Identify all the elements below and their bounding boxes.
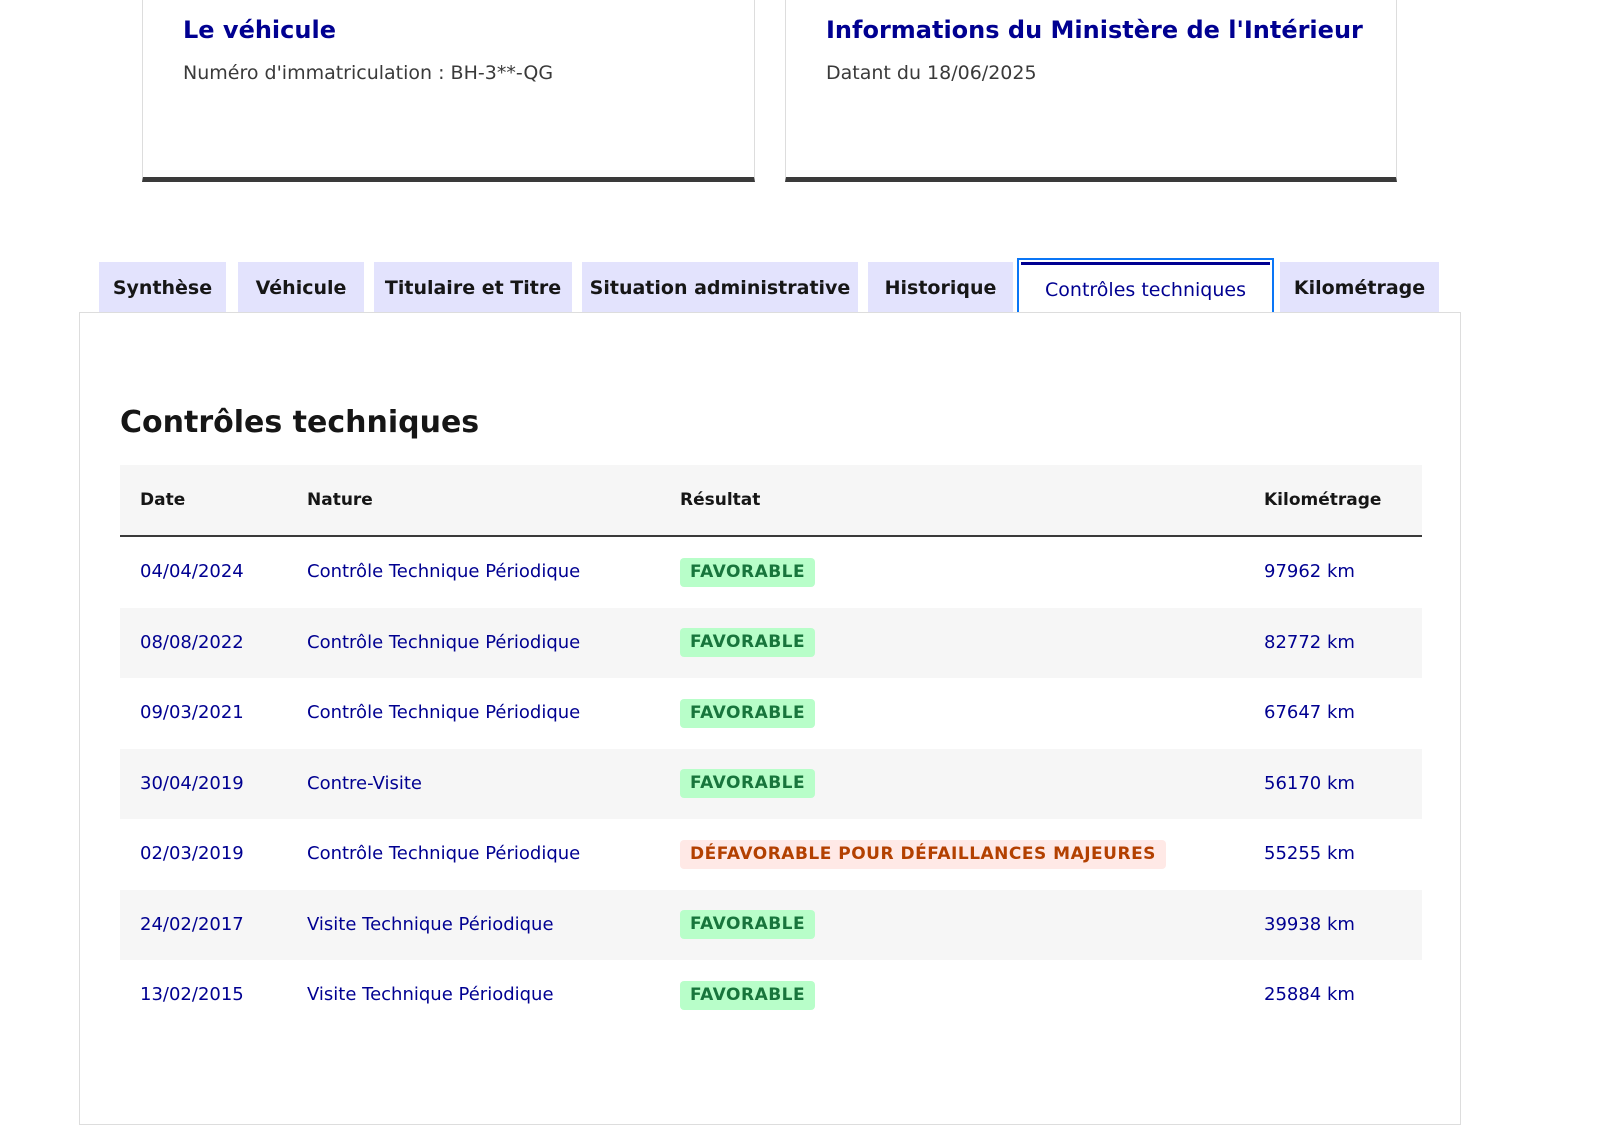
cell-date: 30/04/2019 bbox=[140, 772, 244, 794]
table-row: 04/04/2024 Contrôle Technique Périodique… bbox=[120, 537, 1422, 608]
cell-result: FAVORABLE bbox=[680, 960, 816, 1030]
tab-situation-administrative[interactable]: Situation administrative bbox=[582, 262, 858, 313]
registration-number: Numéro d'immatriculation : BH-3**-QG bbox=[183, 62, 554, 84]
tab-controles-techniques[interactable]: Contrôles techniques bbox=[1017, 258, 1274, 318]
cell-nature: Contrôle Technique Périodique bbox=[307, 561, 581, 582]
cell-result: FAVORABLE bbox=[680, 537, 816, 607]
result-badge: FAVORABLE bbox=[680, 557, 816, 587]
result-badge-unfavorable: DÉFAVORABLE POUR DÉFAILLANCES MAJEURES bbox=[680, 839, 1166, 869]
table-row: 09/03/2021 Contrôle Technique Périodique… bbox=[120, 678, 1422, 749]
table-row: 30/04/2019 Contre-Visite FAVORABLE 56170… bbox=[120, 748, 1422, 819]
cell-mileage: 56170 km bbox=[1264, 772, 1355, 794]
cell-date: 02/03/2019 bbox=[140, 843, 244, 864]
table-row: 08/08/2022 Contrôle Technique Périodique… bbox=[120, 607, 1422, 678]
cell-date: 13/02/2015 bbox=[140, 984, 244, 1005]
cell-mileage: 67647 km bbox=[1264, 702, 1355, 723]
cell-mileage: 39938 km bbox=[1264, 913, 1355, 935]
column-header-date: Date bbox=[140, 490, 186, 510]
cell-result: FAVORABLE bbox=[680, 890, 816, 960]
result-badge: FAVORABLE bbox=[680, 910, 816, 939]
column-header-mileage: Kilométrage bbox=[1264, 490, 1382, 510]
tab-titulaire-et-titre[interactable]: Titulaire et Titre bbox=[374, 262, 572, 313]
tab-vehicule[interactable]: Véhicule bbox=[238, 262, 364, 313]
cell-date: 08/08/2022 bbox=[140, 631, 244, 653]
cell-nature: Contrôle Technique Périodique bbox=[307, 702, 581, 723]
vehicle-card-title: Le véhicule bbox=[183, 16, 336, 44]
technical-inspections-table: Date Nature Résultat Kilométrage 04/04/2… bbox=[120, 465, 1422, 1031]
tab-panel-controles-techniques: Contrôles techniques Date Nature Résulta… bbox=[79, 312, 1461, 1125]
ministry-card-title: Informations du Ministère de l'Intérieur bbox=[826, 16, 1363, 44]
cell-mileage: 25884 km bbox=[1264, 984, 1355, 1005]
cell-nature: Visite Technique Périodique bbox=[307, 984, 554, 1005]
cell-nature: Contre-Visite bbox=[307, 772, 422, 794]
cell-nature: Visite Technique Périodique bbox=[307, 913, 554, 935]
ministry-card: Informations du Ministère de l'Intérieur… bbox=[785, 0, 1397, 182]
table-body: 04/04/2024 Contrôle Technique Périodique… bbox=[120, 537, 1422, 1031]
cell-result: FAVORABLE bbox=[680, 678, 816, 748]
result-badge: FAVORABLE bbox=[680, 980, 816, 1010]
table-row: 02/03/2019 Contrôle Technique Périodique… bbox=[120, 819, 1422, 890]
table-header: Date Nature Résultat Kilométrage bbox=[120, 465, 1422, 537]
cell-result: FAVORABLE bbox=[680, 749, 816, 819]
cell-result: DÉFAVORABLE POUR DÉFAILLANCES MAJEURES bbox=[680, 819, 1166, 889]
result-badge: FAVORABLE bbox=[680, 769, 816, 798]
cell-mileage: 55255 km bbox=[1264, 843, 1355, 864]
cell-date: 24/02/2017 bbox=[140, 913, 244, 935]
cell-mileage: 97962 km bbox=[1264, 561, 1355, 582]
result-badge: FAVORABLE bbox=[680, 628, 816, 657]
cell-nature: Contrôle Technique Périodique bbox=[307, 843, 581, 864]
cell-date: 09/03/2021 bbox=[140, 702, 244, 723]
vehicle-card: Le véhicule Numéro d'immatriculation : B… bbox=[142, 0, 755, 182]
cell-mileage: 82772 km bbox=[1264, 631, 1355, 653]
tab-synthese[interactable]: Synthèse bbox=[99, 262, 226, 313]
section-title: Contrôles techniques bbox=[120, 405, 480, 440]
result-badge: FAVORABLE bbox=[680, 698, 816, 728]
column-header-nature: Nature bbox=[307, 490, 373, 510]
tab-historique[interactable]: Historique bbox=[868, 262, 1013, 313]
tab-kilometrage[interactable]: Kilométrage bbox=[1280, 262, 1439, 313]
column-header-result: Résultat bbox=[680, 490, 761, 510]
table-row: 24/02/2017 Visite Technique Périodique F… bbox=[120, 889, 1422, 960]
table-row: 13/02/2015 Visite Technique Périodique F… bbox=[120, 960, 1422, 1031]
data-date: Datant du 18/06/2025 bbox=[826, 62, 1037, 84]
cell-nature: Contrôle Technique Périodique bbox=[307, 631, 581, 653]
cell-result: FAVORABLE bbox=[680, 608, 816, 678]
cell-date: 04/04/2024 bbox=[140, 561, 244, 582]
